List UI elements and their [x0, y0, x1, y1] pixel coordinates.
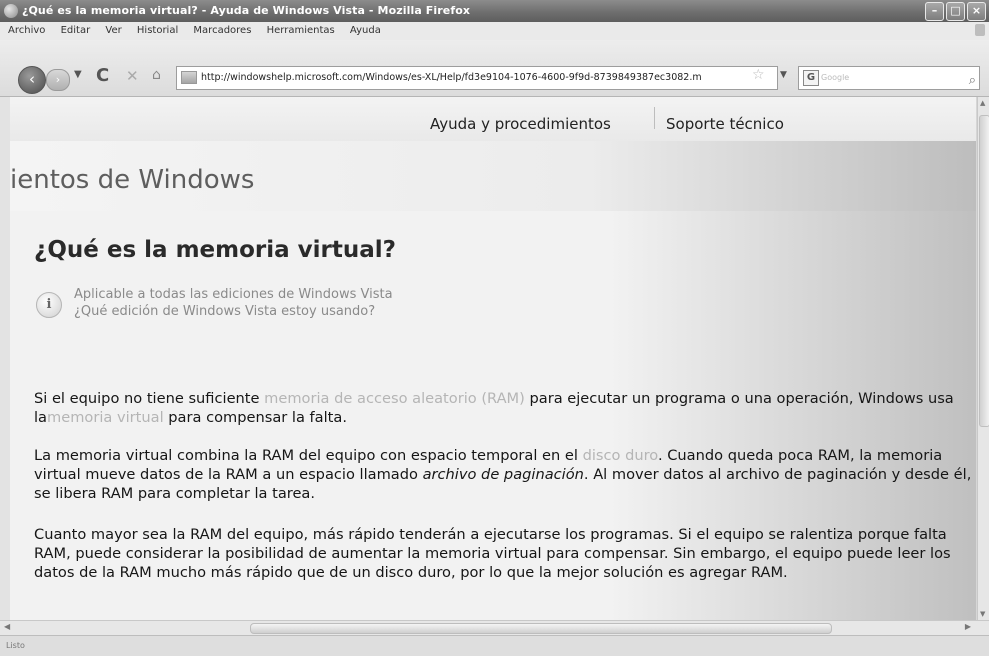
page-header: ientos de Windows	[10, 141, 976, 211]
maximize-button[interactable]: □	[946, 2, 965, 21]
url-dropdown-icon[interactable]: ▼	[780, 70, 787, 80]
search-box[interactable]: G Google ⌕	[798, 66, 980, 90]
navigation-toolbar: ‹ › ▼ C ✕ ⌂ http://windowshelp.microsoft…	[0, 40, 989, 97]
paragraph-1: Si el equipo no tiene suficiente memoria…	[34, 389, 976, 427]
menu-archivo[interactable]: Archivo	[8, 25, 45, 36]
url-text: http://windowshelp.microsoft.com/Windows…	[201, 72, 702, 83]
firefox-icon	[4, 4, 18, 18]
stop-icon[interactable]: ✕	[126, 67, 139, 85]
menu-ayuda[interactable]: Ayuda	[350, 25, 381, 36]
menu-editar[interactable]: Editar	[61, 25, 91, 36]
vertical-scrollbar[interactable]: ▲ ▼	[977, 97, 989, 620]
search-placeholder: Google	[821, 73, 850, 82]
menu-marcadores[interactable]: Marcadores	[193, 25, 251, 36]
toolbar-grip-icon	[975, 24, 985, 36]
back-button[interactable]: ‹	[18, 66, 46, 94]
reload-icon[interactable]: C	[96, 65, 109, 86]
menu-bar: Archivo Editar Ver Historial Marcadores …	[0, 22, 989, 40]
scroll-up-arrow-icon[interactable]: ▲	[980, 99, 985, 107]
virtual-memory-link[interactable]: memoria virtual	[47, 409, 164, 426]
scroll-right-arrow-icon[interactable]: ▶	[965, 622, 971, 631]
p1-text-c: para compensar la falta.	[163, 409, 347, 426]
status-text: Listo	[6, 641, 25, 650]
scroll-down-arrow-icon[interactable]: ▼	[980, 610, 985, 618]
site-favicon-icon	[181, 71, 197, 84]
title-bar: ¿Qué es la memoria virtual? - Ayuda de W…	[0, 0, 989, 22]
hard-disk-link[interactable]: disco duro	[583, 447, 658, 464]
article-title: ¿Qué es la memoria virtual?	[34, 237, 397, 263]
back-arrow-icon: ‹	[29, 70, 35, 88]
paragraph-2: La memoria virtual combina la RAM del eq…	[34, 446, 976, 503]
nav-divider	[654, 107, 655, 129]
search-engine-icon[interactable]: G	[803, 70, 819, 86]
menu-ver[interactable]: Ver	[105, 25, 121, 36]
forward-button[interactable]: ›	[46, 69, 70, 91]
bookmark-star-icon[interactable]: ☆	[752, 67, 765, 83]
forward-arrow-icon: ›	[55, 73, 61, 86]
menu-historial[interactable]: Historial	[137, 25, 178, 36]
paging-file-term: archivo de paginación	[422, 466, 584, 483]
menu-herramientas[interactable]: Herramientas	[267, 25, 335, 36]
page-content: Ayuda y procedimientos Soporte técnico i…	[10, 97, 976, 620]
paragraph-3: Cuanto mayor sea la RAM del equipo, más …	[34, 526, 951, 581]
nav-link-ayuda[interactable]: Ayuda y procedimientos	[430, 115, 611, 133]
url-bar[interactable]: http://windowshelp.microsoft.com/Windows…	[176, 66, 778, 90]
minimize-button[interactable]: –	[925, 2, 944, 21]
home-icon[interactable]: ⌂	[152, 67, 161, 83]
applies-to-text: Aplicable a todas las ediciones de Windo…	[74, 287, 393, 302]
history-dropdown-icon[interactable]: ▼	[74, 69, 82, 80]
which-edition-link[interactable]: ¿Qué edición de Windows Vista estoy usan…	[74, 304, 375, 319]
search-icon[interactable]: ⌕	[969, 70, 976, 92]
window-title: ¿Qué es la memoria virtual? - Ayuda de W…	[22, 4, 471, 17]
site-navigation: Ayuda y procedimientos Soporte técnico	[10, 97, 976, 142]
site-brand-title: ientos de Windows	[10, 165, 255, 195]
close-button[interactable]: ×	[967, 2, 986, 21]
nav-link-soporte[interactable]: Soporte técnico	[666, 115, 784, 133]
article: ¿Qué es la memoria virtual? i Aplicable …	[34, 237, 974, 319]
horizontal-scrollbar[interactable]: ◀ ▶	[0, 620, 989, 635]
info-icon: i	[36, 292, 62, 318]
scroll-left-arrow-icon[interactable]: ◀	[4, 622, 10, 631]
vertical-scroll-thumb[interactable]	[979, 115, 989, 427]
p1-text-a: Si el equipo no tiene suficiente	[34, 390, 265, 407]
p2-text-a: La memoria virtual combina la RAM del eq…	[34, 447, 583, 464]
window-controls: – □ ×	[925, 2, 986, 21]
horizontal-scroll-thumb[interactable]	[250, 623, 832, 634]
ram-link[interactable]: memoria de acceso aleatorio (RAM)	[264, 390, 525, 407]
status-bar: Listo	[0, 635, 989, 656]
